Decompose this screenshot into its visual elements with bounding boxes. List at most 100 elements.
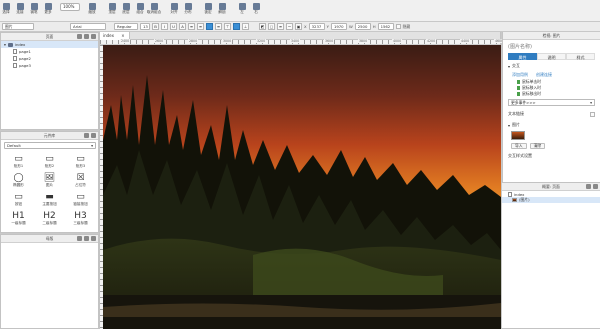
widget-item[interactable]: ▭ 矩形1 (3, 154, 34, 169)
valign-middle-button[interactable] (233, 23, 240, 30)
widget-item[interactable]: ◯ 椭圆形 (3, 173, 34, 188)
image-widget[interactable] (103, 45, 501, 329)
toolbar-button[interactable]: 缩放 (86, 3, 98, 15)
bold-button[interactable]: B (152, 23, 159, 30)
create-link-link[interactable]: 创建连接 (536, 72, 552, 78)
toolbar-button[interactable]: 解锁 (216, 3, 228, 15)
toolbar-button[interactable]: 分布 (182, 3, 194, 15)
x-field[interactable]: 3237 (308, 23, 325, 30)
event-item[interactable]: 鼠标单击时 (517, 79, 600, 84)
widget-item[interactable]: ▭ 矩形3 (65, 154, 96, 169)
library-panel: 元件库 Default ▾ ▭ 矩形1 ▭ 矩形2 ▭ 矩形3 ◯ 椭圆形 🖼 图片 ☒ 占位符 ▭ 按钮… (0, 131, 99, 233)
toolbar-button[interactable]: 更多 (42, 3, 54, 15)
close-icon[interactable]: × (121, 33, 124, 38)
page-item-page2[interactable]: page2 (1, 55, 98, 62)
page-item-page1[interactable]: page1 (1, 48, 98, 55)
interaction-style-label[interactable]: 交互样式设置 (508, 153, 595, 159)
toolbar-button[interactable]: 右 (250, 3, 262, 15)
library-select[interactable]: Default ▾ (4, 142, 96, 149)
tab-style[interactable]: 样式 (566, 53, 595, 60)
add-page-icon[interactable] (77, 34, 82, 39)
image-section-header[interactable]: ▾ 图片 (508, 122, 595, 128)
filter-icon[interactable] (586, 184, 591, 189)
border-color-button[interactable]: ▢ (268, 23, 275, 30)
add-case-link[interactable]: 添加用例 (512, 72, 528, 78)
toolbar-icon (218, 3, 226, 10)
masters-panel-title: 母版 (45, 236, 54, 241)
widget-item[interactable]: 🖼 图片 (34, 173, 65, 188)
h-field[interactable]: 1562 (377, 23, 394, 30)
font-size-select[interactable]: 13 (140, 23, 150, 30)
valign-bottom-button[interactable]: ⊥ (242, 23, 249, 30)
page-item-page3[interactable]: page3 (1, 62, 98, 69)
widget-item[interactable]: ▭ 按钮 (3, 192, 34, 207)
toolbar-button[interactable]: 锁定 (202, 3, 214, 15)
search-icon[interactable] (91, 34, 96, 39)
interaction-label: 交互 (512, 63, 521, 68)
align-center-button[interactable] (206, 23, 213, 30)
event-icon (517, 85, 520, 90)
list-button[interactable]: ≡ (188, 23, 195, 30)
toolbar-button[interactable]: 对齐 (168, 3, 180, 15)
widget-item[interactable]: H1 一级标题 (3, 211, 34, 226)
toolbar-button[interactable]: 顶层 (106, 3, 118, 15)
widget-item[interactable]: ▭ 矩形2 (34, 154, 65, 169)
search-icon[interactable] (91, 236, 96, 241)
ruler-label: 3800 (358, 39, 369, 43)
widget-item[interactable]: ▭ 链接按钮 (65, 192, 96, 207)
zoom-select[interactable]: 100% (60, 3, 80, 11)
y-field[interactable]: 1970 (330, 23, 347, 30)
more-events-select[interactable]: 更多事件>>> ▾ (508, 99, 595, 106)
event-item[interactable]: 鼠标移出时 (517, 91, 600, 96)
valign-top-button[interactable]: ⊤ (224, 23, 231, 30)
font-family-select[interactable]: Arial (70, 23, 106, 30)
toolbar-icon (108, 3, 116, 10)
import-button[interactable]: 导入 (511, 143, 527, 149)
event-item[interactable]: 鼠标移入时 (517, 85, 600, 90)
toolbar-icon (136, 3, 144, 10)
design-canvas[interactable]: index × 2400 2600 2800 3000 3200 3400 3600 3800… (99, 32, 505, 329)
image-icon (512, 198, 517, 202)
outline-item-image[interactable]: (图片) (502, 197, 600, 203)
underline-button[interactable]: U (170, 23, 177, 30)
text-link-row: 文本链接 (508, 111, 595, 117)
add-folder-icon[interactable] (84, 34, 89, 39)
tab-notes[interactable]: 说明 (537, 53, 566, 60)
add-folder-icon[interactable] (84, 236, 89, 241)
toolbar-button[interactable]: 取消组合 (147, 3, 161, 15)
text-link-toggle[interactable] (590, 111, 595, 117)
clear-button[interactable]: 清除 (529, 143, 546, 149)
widget-type-select[interactable]: 图片 (2, 23, 34, 30)
tab-properties[interactable]: 属性 (508, 53, 537, 60)
align-right-button[interactable]: ≡ (215, 23, 222, 30)
toolbar-button[interactable]: 底层 (120, 3, 132, 15)
italic-button[interactable]: I (161, 23, 168, 30)
widget-item[interactable]: ☒ 占位符 (65, 173, 96, 188)
border-style-button[interactable]: ┅ (286, 23, 293, 30)
border-width-button[interactable]: ≡ (277, 23, 284, 30)
hidden-checkbox[interactable] (395, 24, 401, 29)
toolbar-button[interactable]: 钢笔 (28, 3, 40, 15)
align-left-button[interactable]: ≡ (197, 23, 204, 30)
library-menu-icon[interactable] (84, 133, 89, 138)
interaction-section-header[interactable]: ▾ 交互 (508, 63, 595, 69)
collapse-arrow-icon: ▾ (508, 63, 511, 69)
search-icon[interactable] (91, 133, 96, 138)
collapse-arrow-icon[interactable]: ▾ (4, 42, 6, 47)
toolbar-button[interactable]: 选择 (0, 3, 12, 15)
toolbar-button[interactable]: 连接 (14, 3, 26, 15)
add-master-icon[interactable] (77, 236, 82, 241)
search-icon[interactable] (593, 184, 598, 189)
w-field[interactable]: 2500 (354, 23, 371, 30)
toolbar-button[interactable]: 左 (236, 3, 248, 15)
toolbar-button[interactable]: 组合 (134, 3, 146, 15)
widget-item[interactable]: H3 三级标题 (65, 211, 96, 226)
font-style-select[interactable]: Regular (114, 23, 138, 30)
widget-item[interactable]: H2 二级标题 (34, 211, 65, 226)
fill-color-button[interactable]: ◩ (259, 23, 266, 30)
widget-name-field[interactable]: (图片名称) (508, 43, 595, 50)
page-item-index[interactable]: ▾ index (1, 41, 98, 48)
shadow-button[interactable]: ▣ (295, 23, 302, 30)
font-color-button[interactable]: A (179, 23, 186, 30)
widget-item[interactable]: ▬ 主要按钮 (34, 192, 65, 207)
